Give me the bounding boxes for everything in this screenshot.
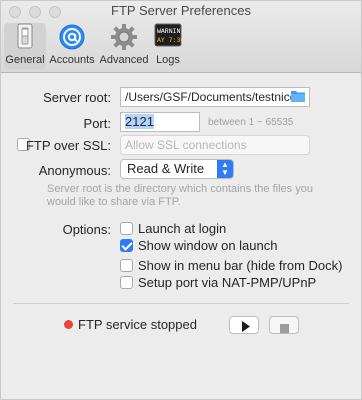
toolbar-advanced[interactable]: Advanced <box>98 23 150 69</box>
port-hint: between 1 ~ 65535 <box>208 117 294 128</box>
server-root-description: Server root is the directory which conta… <box>47 183 313 208</box>
stop-button[interactable] <box>269 316 299 334</box>
toolbar-accounts[interactable]: Accounts <box>49 23 95 69</box>
start-button[interactable] <box>229 316 259 334</box>
anonymous-value: Read & Write <box>127 161 205 176</box>
nat-pmp-upnp-checkbox[interactable] <box>120 276 133 289</box>
preferences-window: FTP Server Preferences General Accounts … <box>0 0 362 400</box>
svg-text:AY 7:36: AY 7:36 <box>157 37 182 44</box>
port-label: Port: <box>83 116 111 131</box>
port-value: 2121 <box>125 114 154 129</box>
ssl-mode-select[interactable]: Allow SSL connections <box>120 135 310 155</box>
window-title: FTP Server Preferences <box>111 3 251 18</box>
chevron-up-down-icon: ▲ ▼ <box>217 160 233 178</box>
toolbar-logs[interactable]: WARNIN AY 7:36 Logs <box>152 23 184 69</box>
launch-at-login-label: Launch at login <box>138 221 227 236</box>
anonymous-select[interactable]: Read & Write ▲ ▼ <box>120 159 234 179</box>
server-root-value: /Users/GSF/Documents/testnico <box>125 90 297 104</box>
toolbar-accounts-label: Accounts <box>49 54 95 66</box>
server-root-label: Server root: <box>43 90 111 105</box>
svg-text:WARNIN: WARNIN <box>157 28 181 35</box>
port-field[interactable]: 2121 <box>120 112 200 132</box>
toolbar-logs-label: Logs <box>156 54 180 66</box>
nat-pmp-upnp-label: Setup port via NAT-PMP/UPnP <box>138 275 317 290</box>
folder-icon[interactable] <box>290 89 306 106</box>
toolbar-advanced-label: Advanced <box>99 54 149 66</box>
at-sign-icon <box>58 23 86 54</box>
ssl-mode-value: Allow SSL connections <box>125 138 247 152</box>
switch-icon <box>14 23 36 52</box>
divider <box>13 303 349 304</box>
toolbar-general[interactable]: General <box>4 23 46 69</box>
show-in-menu-bar-checkbox[interactable] <box>120 259 133 272</box>
launch-at-login-checkbox[interactable] <box>120 222 133 235</box>
show-in-menu-bar-label: Show in menu bar (hide from Dock) <box>138 258 343 273</box>
show-window-on-launch-label: Show window on launch <box>138 238 278 253</box>
options-label: Options: <box>62 222 111 237</box>
status-indicator <box>64 320 73 329</box>
console-icon: WARNIN AY 7:36 <box>154 23 184 52</box>
title-bar: FTP Server Preferences General Accounts … <box>1 1 361 73</box>
ftp-over-ssl-label: FTP over SSL: <box>25 138 111 153</box>
anonymous-label: Anonymous: <box>38 163 111 178</box>
show-window-on-launch-checkbox[interactable] <box>120 239 133 252</box>
toolbar-general-label: General <box>5 54 45 66</box>
stop-icon <box>280 321 289 336</box>
play-icon <box>241 320 251 335</box>
status-text: FTP service stopped <box>78 317 197 332</box>
server-root-field[interactable]: /Users/GSF/Documents/testnico <box>120 87 310 107</box>
gear-icon <box>110 23 138 54</box>
